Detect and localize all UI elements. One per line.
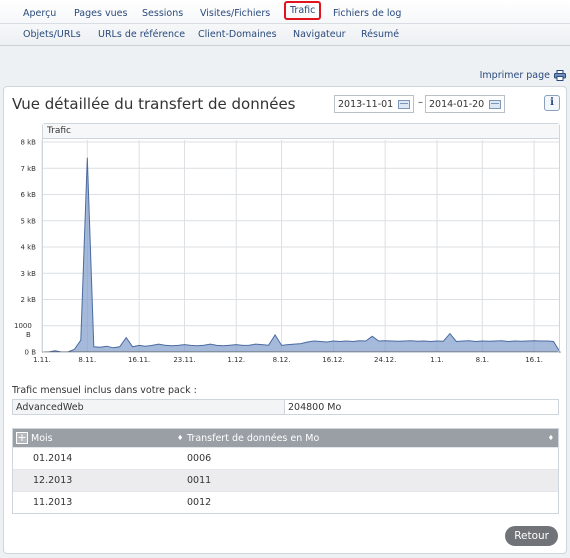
x-tick-label: 1.12.: [227, 356, 245, 364]
nav-row-2: Objets/URLs URLs de référence Client-Dom…: [0, 23, 570, 45]
sort-icon[interactable]: ♦: [548, 434, 554, 442]
column-header-mois[interactable]: Mois: [31, 433, 53, 444]
nav-item-pages-vues[interactable]: Pages vues: [74, 8, 127, 19]
y-tick-label: 6 kB: [20, 191, 36, 199]
x-tick-label: 1.1.: [430, 356, 443, 364]
y-tick-label: 8 kB: [20, 139, 36, 147]
nav-item-navigateur[interactable]: Navigateur: [293, 29, 346, 40]
printer-icon: [554, 70, 566, 81]
row-value: 0011: [187, 475, 212, 486]
nav-item-client-domaines[interactable]: Client-Domaines: [198, 29, 277, 40]
pack-row: AdvancedWeb 204800 Mo: [12, 399, 559, 415]
x-tick-label: 8.11.: [78, 356, 96, 364]
x-tick-label: 8.1.: [476, 356, 489, 364]
y-tick-label: B: [26, 331, 31, 339]
y-tick-label: 1000: [14, 322, 32, 330]
sort-icon[interactable]: ♦: [177, 434, 183, 442]
x-tick-label: 8.12.: [273, 356, 291, 364]
x-tick-label: 16.12.: [322, 356, 344, 364]
table-header: + Mois ♦ Transfert de données en Mo ♦: [13, 429, 558, 447]
pack-label: Trafic mensuel inclus dans votre pack :: [12, 385, 197, 396]
back-button[interactable]: Retour: [505, 526, 558, 546]
row-value: 0006: [187, 453, 212, 464]
row-month: 12.2013: [33, 475, 73, 486]
monthly-traffic-table: + Mois ♦ Transfert de données en Mo ♦ 01…: [12, 428, 559, 514]
nav-item-resume[interactable]: Résumé: [361, 29, 399, 40]
traffic-detail-panel: Vue détaillée du transfert de données 20…: [3, 86, 567, 554]
x-tick-label: 23.11.: [173, 356, 195, 364]
nav-item-visites-fichiers[interactable]: Visites/Fichiers: [200, 8, 270, 19]
nav-item-fichiers-de-log[interactable]: Fichiers de log: [333, 8, 401, 19]
row-month: 01.2014: [33, 453, 73, 464]
x-tick-label: 16.1.: [525, 356, 543, 364]
nav-item-objets-urls[interactable]: Objets/URLs: [23, 29, 81, 40]
nav-item-trafic[interactable]: Trafic: [284, 1, 322, 20]
nav-item-apercu[interactable]: Aperçu: [23, 8, 56, 19]
table-row: 01.2014 0006: [13, 447, 558, 469]
expand-icon[interactable]: +: [16, 432, 28, 444]
nav-row-1: Aperçu Pages vues Sessions Visites/Fichi…: [0, 1, 570, 24]
y-tick-label: 2 kB: [20, 296, 36, 304]
x-tick-label: 24.12.: [374, 356, 396, 364]
top-navigation: Aperçu Pages vues Sessions Visites/Fichi…: [0, 0, 570, 46]
row-value: 0012: [187, 497, 212, 508]
print-page-link[interactable]: Imprimer page: [480, 70, 566, 81]
table-row: 12.2013 0011: [13, 469, 558, 491]
traffic-chart: 8 kB7 kB6 kB5 kB4 kB3 kB2 kB1000B0 B1.11…: [14, 139, 561, 364]
row-month: 11.2013: [33, 497, 73, 508]
nav-item-urls-de-reference[interactable]: URLs de référence: [98, 29, 185, 40]
x-tick-label: 1.11.: [33, 356, 51, 364]
y-tick-label: 3 kB: [20, 270, 36, 278]
print-page-label: Imprimer page: [479, 70, 550, 81]
table-row: 11.2013 0012: [13, 491, 558, 513]
pack-value: 204800 Mo: [288, 402, 342, 413]
x-tick-label: 16.11.: [128, 356, 150, 364]
y-tick-label: 7 kB: [20, 165, 36, 173]
y-tick-label: 5 kB: [20, 217, 36, 225]
nav-item-sessions[interactable]: Sessions: [142, 8, 183, 19]
column-header-transfert[interactable]: Transfert de données en Mo: [187, 433, 319, 444]
pack-name: AdvancedWeb: [13, 400, 285, 414]
y-tick-label: 4 kB: [20, 244, 36, 252]
